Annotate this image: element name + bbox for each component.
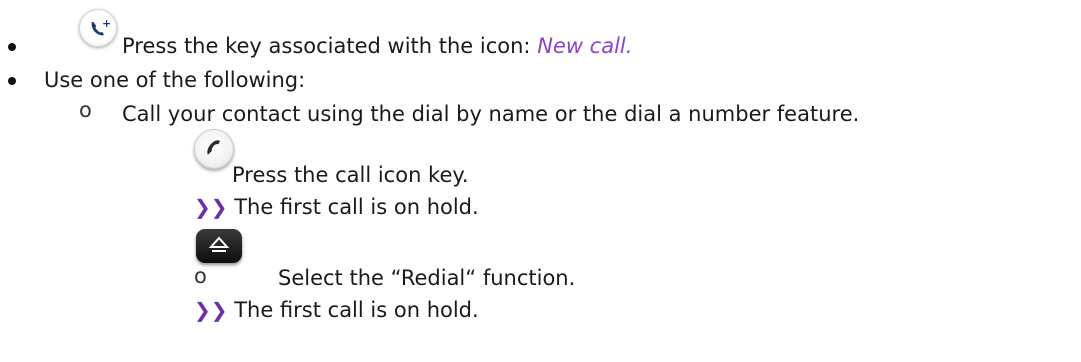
step-use-one: Use one of the following: xyxy=(44,68,306,92)
svg-text:+: + xyxy=(102,17,111,30)
option-redial: Select the “Redial“ function. xyxy=(278,266,576,290)
redial-icon xyxy=(196,229,242,263)
result-line: ❯❯ The first call is on hold. xyxy=(194,296,479,324)
new-call-label: New call. xyxy=(537,34,633,58)
result-arrow-icon: ❯❯ xyxy=(194,298,228,322)
list-bullet-circle: o xyxy=(79,98,92,122)
result-line: ❯❯ The first call is on hold. xyxy=(194,193,479,221)
list-bullet-circle: o xyxy=(194,264,207,288)
result-arrow-icon: ❯❯ xyxy=(194,195,228,219)
result-text: The first call is on hold. xyxy=(234,298,479,322)
option-dial-contact: Call your contact using the dial by name… xyxy=(122,102,860,126)
new-call-icon: + xyxy=(79,9,117,47)
result-text: The first call is on hold. xyxy=(234,195,479,219)
list-bullet xyxy=(8,43,16,51)
step-new-call: Press the key associated with the icon: … xyxy=(122,32,632,60)
list-bullet xyxy=(8,77,16,85)
step-new-call-text: Press the key associated with the icon: xyxy=(122,34,538,58)
option-call-key-text: Press the call icon key. xyxy=(232,163,469,187)
call-icon xyxy=(194,129,234,169)
